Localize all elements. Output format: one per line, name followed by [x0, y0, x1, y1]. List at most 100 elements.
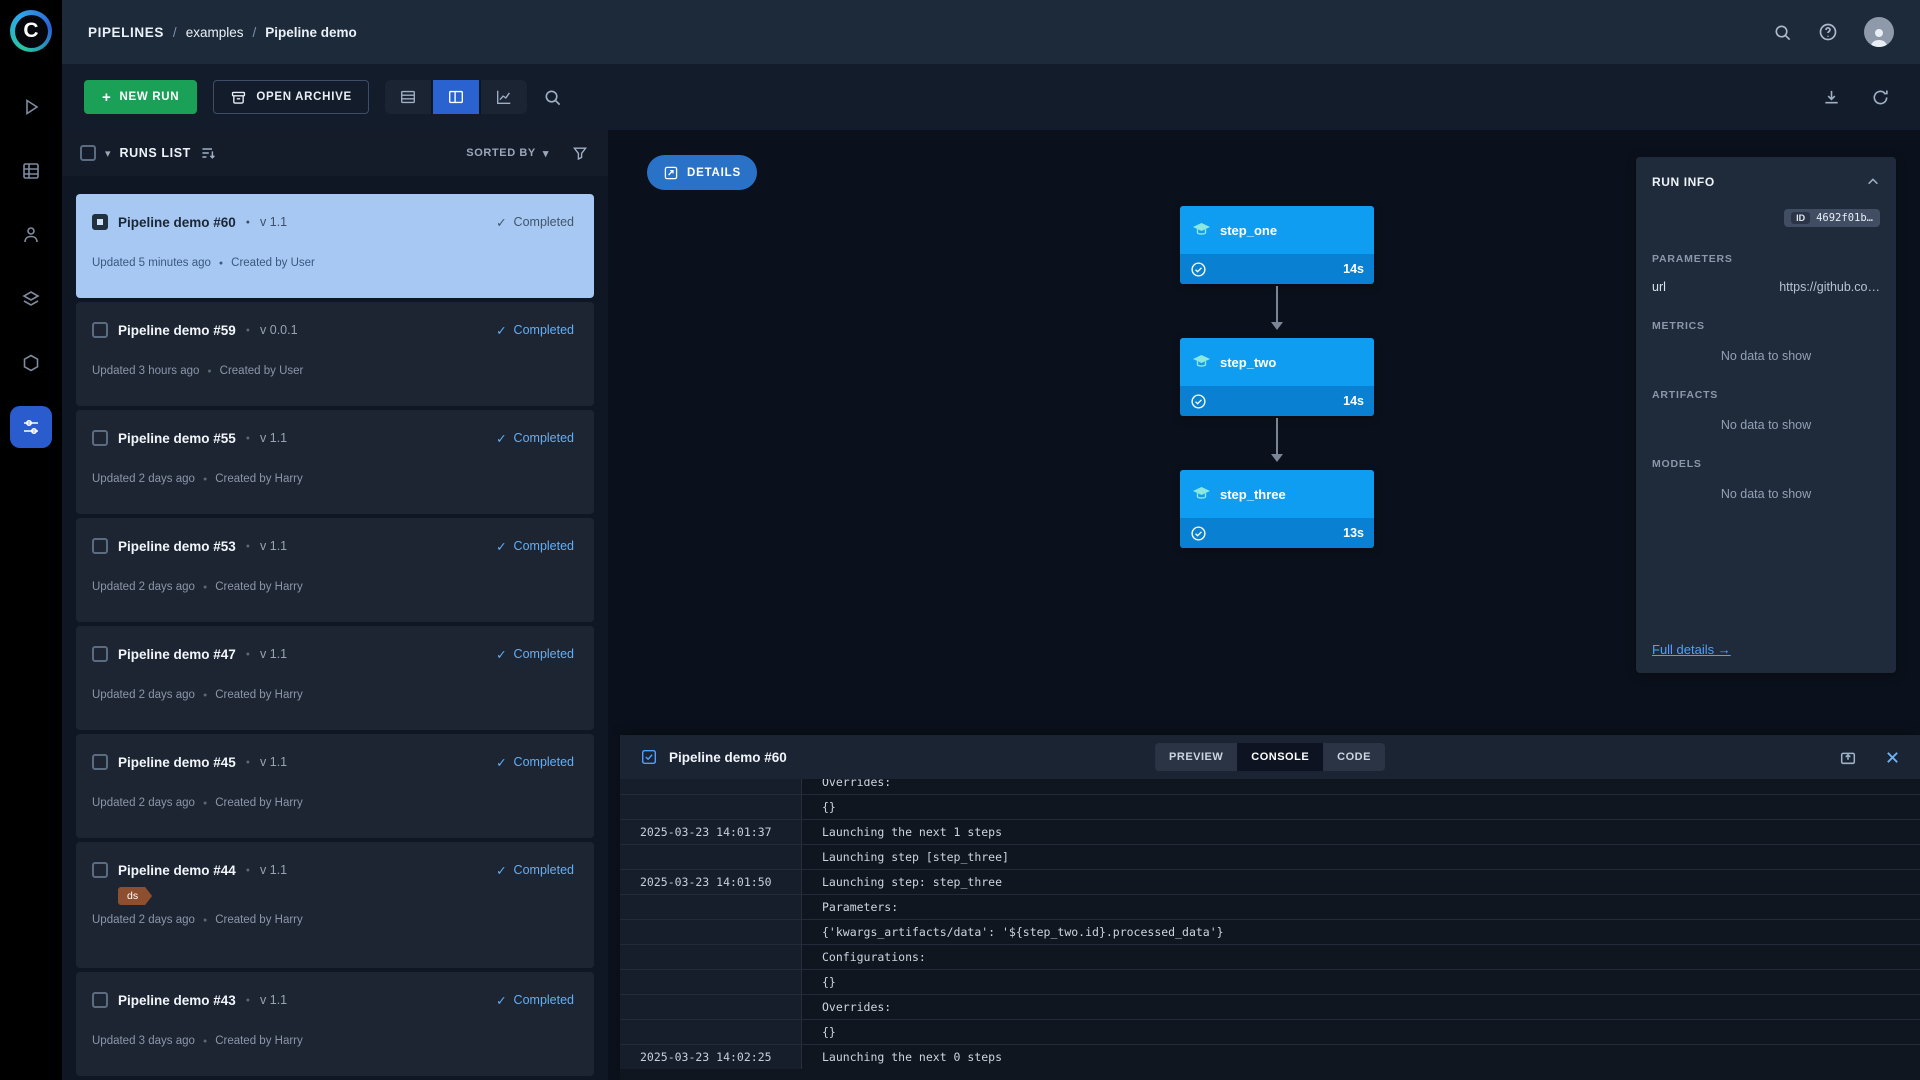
log-row: {'kwargs_artifacts/data': '${step_two.id… [620, 919, 1920, 944]
chevron-down-icon[interactable]: ▾ [105, 147, 111, 160]
dot-separator: ● [203, 800, 207, 807]
run-card[interactable]: Pipeline demo #44 ● v 1.1 ✓ Completed ds… [76, 842, 594, 968]
sort-icon[interactable] [200, 145, 216, 161]
run-card[interactable]: Pipeline demo #53 ● v 1.1 ✓ Completed Up… [76, 518, 594, 622]
run-card[interactable]: Pipeline demo #47 ● v 1.1 ✓ Completed Up… [76, 626, 594, 730]
graph-canvas[interactable]: DETAILS step_one 14s step_two 14s [608, 130, 1920, 735]
run-card[interactable]: Pipeline demo #59 ● v 0.0.1 ✓ Completed … [76, 302, 594, 406]
run-title: Pipeline demo #47 [118, 647, 236, 662]
run-version: v 1.1 [260, 755, 287, 769]
run-updated: Updated 5 minutes ago [92, 257, 211, 269]
close-icon[interactable] [1885, 750, 1900, 765]
new-run-button[interactable]: + NEW RUN [84, 80, 197, 114]
dot-separator: ● [219, 260, 223, 267]
pipeline-step-node[interactable]: step_two 14s [1180, 338, 1374, 416]
run-card[interactable]: Pipeline demo #55 ● v 1.1 ✓ Completed Up… [76, 410, 594, 514]
sorted-by-dropdown[interactable]: SORTED BY ▾ [466, 147, 549, 160]
console-header: Pipeline demo #60 PREVIEWCONSOLECODE [620, 735, 1920, 779]
download-button[interactable] [1822, 88, 1841, 107]
run-meta: Updated 3 hours ago ● Created by User [92, 365, 574, 377]
pipeline-step-node[interactable]: step_one 14s [1180, 206, 1374, 284]
runs-list-scroll[interactable]: Pipeline demo #60 ● v 1.1 ✓ Completed Up… [62, 176, 608, 1080]
console-tabs: PREVIEWCONSOLECODE [1155, 743, 1385, 771]
select-all-checkbox[interactable] [80, 145, 96, 161]
run-meta: Updated 2 days ago ● Created by Harry [92, 797, 574, 809]
open-in-window-button[interactable] [1839, 748, 1857, 766]
log-row: 2025-03-23 14:02:25 Launching the next 0… [620, 1044, 1920, 1069]
run-author: Created by User [231, 257, 315, 269]
log-timestamp [620, 795, 802, 819]
step-icon [1192, 222, 1211, 238]
full-details-link[interactable]: Full details → [1652, 642, 1880, 657]
run-title: Pipeline demo #45 [118, 755, 236, 770]
console-log[interactable]: Overrides: {} 2025-03-23 14:01:37 Launch… [620, 779, 1920, 1080]
search-icon [1773, 23, 1792, 42]
runs-list-panel: ▾ RUNS LIST SORTED BY ▾ Pipeline demo #6… [62, 130, 608, 1080]
console-run-title: Pipeline demo #60 [669, 750, 787, 765]
run-checkbox[interactable] [92, 322, 108, 338]
sorted-by-label: SORTED BY [466, 147, 536, 159]
breadcrumb-item[interactable]: PIPELINES [88, 25, 164, 40]
open-archive-button[interactable]: OPEN ARCHIVE [213, 80, 369, 114]
launch-icon [21, 97, 41, 117]
collapse-panel-button[interactable] [1866, 175, 1880, 189]
pipeline-step-node[interactable]: step_three 13s [1180, 470, 1374, 548]
run-author: Created by Harry [215, 1035, 303, 1047]
artifacts-empty-text: No data to show [1652, 418, 1880, 432]
sidebar-item-pipelines[interactable] [10, 406, 52, 448]
dot-separator: ● [246, 997, 250, 1004]
run-card[interactable]: Pipeline demo #45 ● v 1.1 ✓ Completed Up… [76, 734, 594, 838]
run-checkbox[interactable] [92, 754, 108, 770]
run-checkbox[interactable] [92, 992, 108, 1008]
log-message: Launching step: step_three [802, 870, 1920, 894]
run-checkbox[interactable] [92, 538, 108, 554]
sidebar-item-experiments[interactable] [10, 278, 52, 320]
details-button[interactable]: DETAILS [647, 155, 757, 190]
run-checkbox[interactable] [92, 646, 108, 662]
run-status-badge: ✓ Completed [496, 539, 574, 554]
models-section-label: MODELS [1652, 458, 1880, 470]
metrics-empty-text: No data to show [1652, 349, 1880, 363]
app-logo[interactable]: C [10, 10, 52, 52]
download-icon [1822, 88, 1841, 107]
run-tag[interactable]: ds [118, 887, 152, 905]
id-value: 4692f01b… [1816, 212, 1873, 224]
open-archive-label: OPEN ARCHIVE [256, 91, 352, 103]
console-tab-console[interactable]: CONSOLE [1237, 743, 1323, 771]
split-view-button[interactable] [433, 80, 479, 114]
refresh-icon [1871, 88, 1890, 107]
sidebar-item-models[interactable] [10, 342, 52, 384]
models-icon [21, 353, 41, 373]
table-view-button[interactable] [385, 80, 431, 114]
sidebar-item-getting-started[interactable] [10, 86, 52, 128]
chart-view-button[interactable] [481, 80, 527, 114]
breadcrumb-item[interactable]: examples [186, 25, 244, 40]
breadcrumb-separator: / [173, 25, 177, 40]
step-name: step_three [1220, 487, 1286, 502]
console-tab-preview[interactable]: PREVIEW [1155, 743, 1237, 771]
log-timestamp [620, 1020, 802, 1044]
run-checkbox[interactable] [92, 862, 108, 878]
run-id-badge[interactable]: ID 4692f01b… [1784, 209, 1880, 227]
filter-icon[interactable] [572, 145, 588, 161]
check-icon: ✓ [496, 215, 506, 230]
run-status-label: Completed [514, 993, 574, 1007]
run-checkbox[interactable] [92, 214, 108, 230]
run-card[interactable]: Pipeline demo #60 ● v 1.1 ✓ Completed Up… [76, 194, 594, 298]
run-updated: Updated 2 days ago [92, 473, 195, 485]
toolbar-search-button[interactable] [543, 88, 562, 107]
refresh-button[interactable] [1871, 88, 1890, 107]
run-meta: Updated 2 days ago ● Created by Harry [92, 689, 574, 701]
dot-separator: ● [203, 917, 207, 924]
search-button[interactable] [1773, 23, 1792, 42]
console-tab-code[interactable]: CODE [1323, 743, 1385, 771]
help-button[interactable] [1818, 22, 1838, 42]
user-avatar[interactable] [1864, 17, 1894, 47]
run-checkbox[interactable] [92, 430, 108, 446]
run-card[interactable]: Pipeline demo #43 ● v 1.1 ✓ Completed Up… [76, 972, 594, 1076]
sidebar-item-datasets[interactable] [10, 150, 52, 192]
sidebar-item-projects[interactable] [10, 214, 52, 256]
split-view-icon [447, 88, 465, 106]
chevron-down-icon: ▾ [543, 147, 549, 160]
parameter-key: url [1652, 280, 1666, 294]
